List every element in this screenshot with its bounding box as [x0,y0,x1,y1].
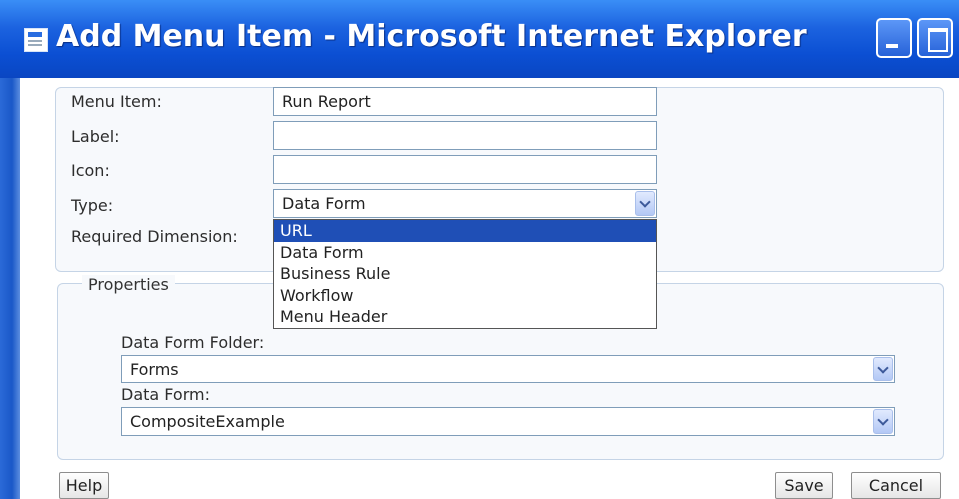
minimize-button[interactable] [876,18,912,58]
ie-window-icon [24,28,48,52]
type-dropdown-list[interactable]: URL Data Form Business Rule Workflow Men… [273,219,657,329]
data-form-folder-value: Forms [121,355,895,383]
chevron-down-icon[interactable] [873,409,893,434]
dropdown-option-business-rule[interactable]: Business Rule [274,263,656,285]
dropdown-option-data-form[interactable]: Data Form [274,242,656,264]
dropdown-option-menu-header[interactable]: Menu Header [274,306,656,328]
label-label: Label: [71,127,120,146]
maximize-button[interactable] [917,18,953,58]
menu-item-label: Menu Item: [71,92,162,111]
save-button[interactable]: Save [775,472,833,499]
type-select[interactable]: Data Form [273,189,657,218]
data-form-label: Data Form: [121,385,210,404]
help-button[interactable]: Help [59,472,109,499]
required-dimension-label: Required Dimension: [71,227,238,246]
icon-label: Icon: [71,161,110,180]
data-form-value: CompositeExample [121,407,895,436]
chevron-down-icon[interactable] [635,191,655,216]
data-form-select[interactable]: CompositeExample [121,407,895,436]
label-input[interactable] [273,121,657,150]
dropdown-option-workflow[interactable]: Workflow [274,285,656,307]
data-form-folder-select[interactable]: Forms [121,355,895,383]
chevron-down-icon[interactable] [873,357,893,381]
type-select-value: Data Form [273,189,657,218]
dropdown-option-url[interactable]: URL [274,220,656,242]
title-bar[interactable]: Add Menu Item - Microsoft Internet Explo… [0,0,959,78]
type-label: Type: [71,196,114,215]
icon-input[interactable] [273,155,657,184]
cancel-button[interactable]: Cancel [851,472,941,499]
data-form-folder-label: Data Form Folder: [121,333,265,352]
properties-legend: Properties [82,275,175,294]
window-title: Add Menu Item - Microsoft Internet Explo… [56,19,807,54]
window-frame [0,78,20,499]
menu-item-input[interactable]: Run Report [273,87,657,116]
